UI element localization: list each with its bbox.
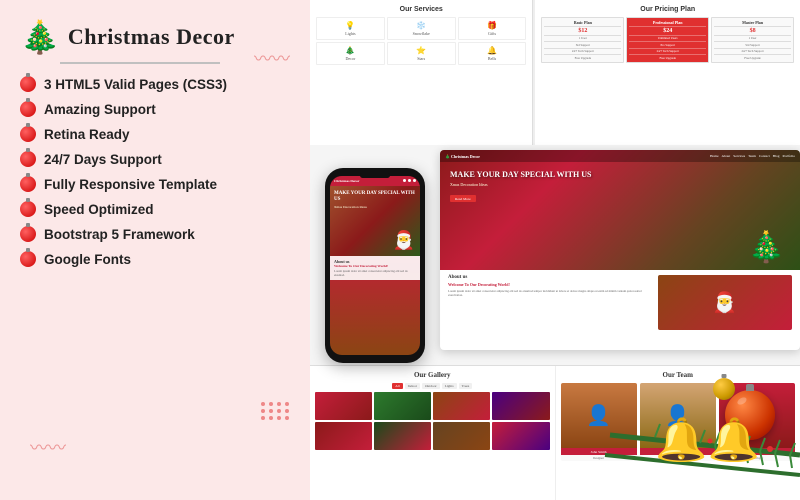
gallery-image xyxy=(492,392,549,420)
desktop-about-text: About us Welcome To Our Decorating World… xyxy=(448,275,650,330)
filter-outdoor[interactable]: Outdoor xyxy=(422,383,440,389)
ornament-icon xyxy=(20,101,36,117)
bell-icon: 🔔 xyxy=(462,46,523,55)
logo-underline xyxy=(60,62,220,64)
top-previews: Our Services 💡 Lights ❄️ Snowflake 🎁 Gif… xyxy=(310,0,800,145)
service-label: Decor xyxy=(320,56,381,61)
gallery-image xyxy=(492,422,549,450)
service-card: 🔔 Bells xyxy=(458,42,527,65)
snowflake-icon: ❄️ xyxy=(391,21,452,30)
gifts-icon: 🎁 xyxy=(462,21,523,30)
features-list: 3 HTML5 Valid Pages (CSS3) Amazing Suppo… xyxy=(20,76,290,267)
gallery-image xyxy=(433,392,490,420)
desktop-about-body: Lorem ipsum dolor sit amet consectetur a… xyxy=(448,289,650,297)
phone-hero-image: MAKE YOUR DAY SPECIAL WITH US Xmas Decor… xyxy=(330,186,420,256)
price-col-master: Master Plan $8 1 User Std Support 24/7 T… xyxy=(711,17,794,63)
gallery-preview: Our Gallery All Indoor Outdoor Lights Tr… xyxy=(310,366,556,500)
service-label: Snowflake xyxy=(391,31,452,36)
filter-indoor[interactable]: Indoor xyxy=(405,383,420,389)
desktop-nav-items: Home About Services Team Contact Blog Po… xyxy=(710,154,795,158)
desktop-tree-icon: 🎄 xyxy=(748,230,785,265)
desktop-hero-text: MAKE YOUR DAY SPECIAL WITH US Xmas Decor… xyxy=(450,170,591,205)
gallery-image xyxy=(315,392,372,420)
desktop-nav-logo: 🎄 Christmas Decor xyxy=(445,154,480,159)
desktop-screen: 🎄 Christmas Decor Home About Services Te… xyxy=(440,150,800,350)
phone-hero-title: MAKE YOUR DAY SPECIAL WITH US xyxy=(334,191,416,204)
desktop-hero: 🎄 Christmas Decor Home About Services Te… xyxy=(440,150,800,270)
desktop-read-more-button[interactable]: Read More xyxy=(450,195,476,202)
filter-all[interactable]: All xyxy=(392,383,402,389)
gallery-image xyxy=(315,422,372,450)
gallery-image xyxy=(374,422,431,450)
desktop-about-title: About us xyxy=(448,275,650,280)
filter-trees[interactable]: Trees xyxy=(459,383,473,389)
service-label: Gifts xyxy=(462,31,523,36)
phone-mockup: Christmas Decor MAKE YOUR DAY SPECIAL WI… xyxy=(310,155,440,375)
santa-icon: 🎅 xyxy=(393,230,415,251)
desktop-nav: 🎄 Christmas Decor Home About Services Te… xyxy=(440,150,800,162)
logo-area: 🎄 Christmas Decor xyxy=(20,18,290,56)
desktop-hero-subtitle: Xmas Decoration Ideas xyxy=(450,182,591,187)
logo-title: Christmas Decor xyxy=(68,24,235,50)
list-item: Google Fonts xyxy=(20,251,290,267)
phone-about-section: About us Welcome To Our Decorating World… xyxy=(330,256,420,280)
price-col-basic: Basic Plan $12 1 User Std Support 24/7 T… xyxy=(541,17,624,63)
list-item: Speed Optimized xyxy=(20,201,290,217)
phone-about-subtitle: Welcome To Our Decorating World! xyxy=(334,264,416,268)
phone-hero-text: MAKE YOUR DAY SPECIAL WITH US Xmas Decor… xyxy=(330,186,420,214)
main-showcase: Christmas Decor MAKE YOUR DAY SPECIAL WI… xyxy=(310,145,800,365)
tree-icon: 🎄 xyxy=(20,18,60,56)
list-item: Amazing Support xyxy=(20,101,290,117)
service-card: 💡 Lights xyxy=(316,17,385,40)
decor-icon: 🎄 xyxy=(320,46,381,55)
desktop-mockup: 🎄 Christmas Decor Home About Services Te… xyxy=(440,145,800,365)
ornament-icon xyxy=(20,226,36,242)
desktop-about-subtitle: Welcome To Our Decorating World! xyxy=(448,282,650,287)
service-card: ❄️ Snowflake xyxy=(387,17,456,40)
list-item: Retina Ready xyxy=(20,126,290,142)
star-icon: ⭐ xyxy=(391,46,452,55)
ornament-icon xyxy=(20,201,36,217)
service-label: Lights xyxy=(320,31,381,36)
list-item: Bootstrap 5 Framework xyxy=(20,226,290,242)
pricing-table: Basic Plan $12 1 User Std Support 24/7 T… xyxy=(541,17,794,63)
desktop-about-section: About us Welcome To Our Decorating World… xyxy=(440,270,800,335)
wavy-decoration-top: 〰〰 xyxy=(254,45,290,71)
ornament-icon xyxy=(20,151,36,167)
phone-screen: Christmas Decor MAKE YOUR DAY SPECIAL WI… xyxy=(330,176,420,355)
wavy-decoration-bottom: 〰〰 xyxy=(30,434,66,460)
desktop-hero-title: MAKE YOUR DAY SPECIAL WITH US xyxy=(450,170,591,180)
pricing-preview: Our Pricing Plan Basic Plan $12 1 User S… xyxy=(535,0,800,145)
list-item: Fully Responsive Template xyxy=(20,176,290,192)
desktop-about-image: 🎅 xyxy=(658,275,792,330)
services-preview: Our Services 💡 Lights ❄️ Snowflake 🎁 Gif… xyxy=(310,0,533,145)
service-card: 🎁 Gifts xyxy=(458,17,527,40)
services-grid: 💡 Lights ❄️ Snowflake 🎁 Gifts 🎄 Decor ⭐ xyxy=(316,17,526,65)
lights-icon: 💡 xyxy=(320,21,381,30)
phone-frame: Christmas Decor MAKE YOUR DAY SPECIAL WI… xyxy=(325,168,425,363)
ornament-icon xyxy=(20,76,36,92)
gallery-grid xyxy=(315,392,550,450)
services-title: Our Services xyxy=(316,6,526,13)
ornament-icon xyxy=(20,126,36,142)
ornament-icon xyxy=(20,176,36,192)
list-item: 3 HTML5 Valid Pages (CSS3) xyxy=(20,76,290,92)
gallery-filter: All Indoor Outdoor Lights Trees xyxy=(315,383,550,389)
service-card: 🎄 Decor xyxy=(316,42,385,65)
gallery-image xyxy=(433,422,490,450)
phone-notch xyxy=(360,173,390,178)
list-item: 24/7 Days Support xyxy=(20,151,290,167)
pricing-title: Our Pricing Plan xyxy=(541,6,794,13)
left-panel: 🎄 Christmas Decor 3 HTML5 Valid Pages (C… xyxy=(0,0,310,500)
filter-lights[interactable]: Lights xyxy=(442,383,457,389)
gallery-image xyxy=(374,392,431,420)
service-card: ⭐ Stars xyxy=(387,42,456,65)
phone-hero-subtitle: Xmas Decoration Ideas xyxy=(334,205,416,209)
service-label: Bells xyxy=(462,56,523,61)
service-label: Stars xyxy=(391,56,452,61)
bells-decoration: 🔔🔔 xyxy=(655,416,760,465)
dots-decoration xyxy=(261,402,290,420)
price-col-professional: Professional Plan $24 Unlimited Users Pr… xyxy=(626,17,709,63)
ornament-icon xyxy=(20,251,36,267)
